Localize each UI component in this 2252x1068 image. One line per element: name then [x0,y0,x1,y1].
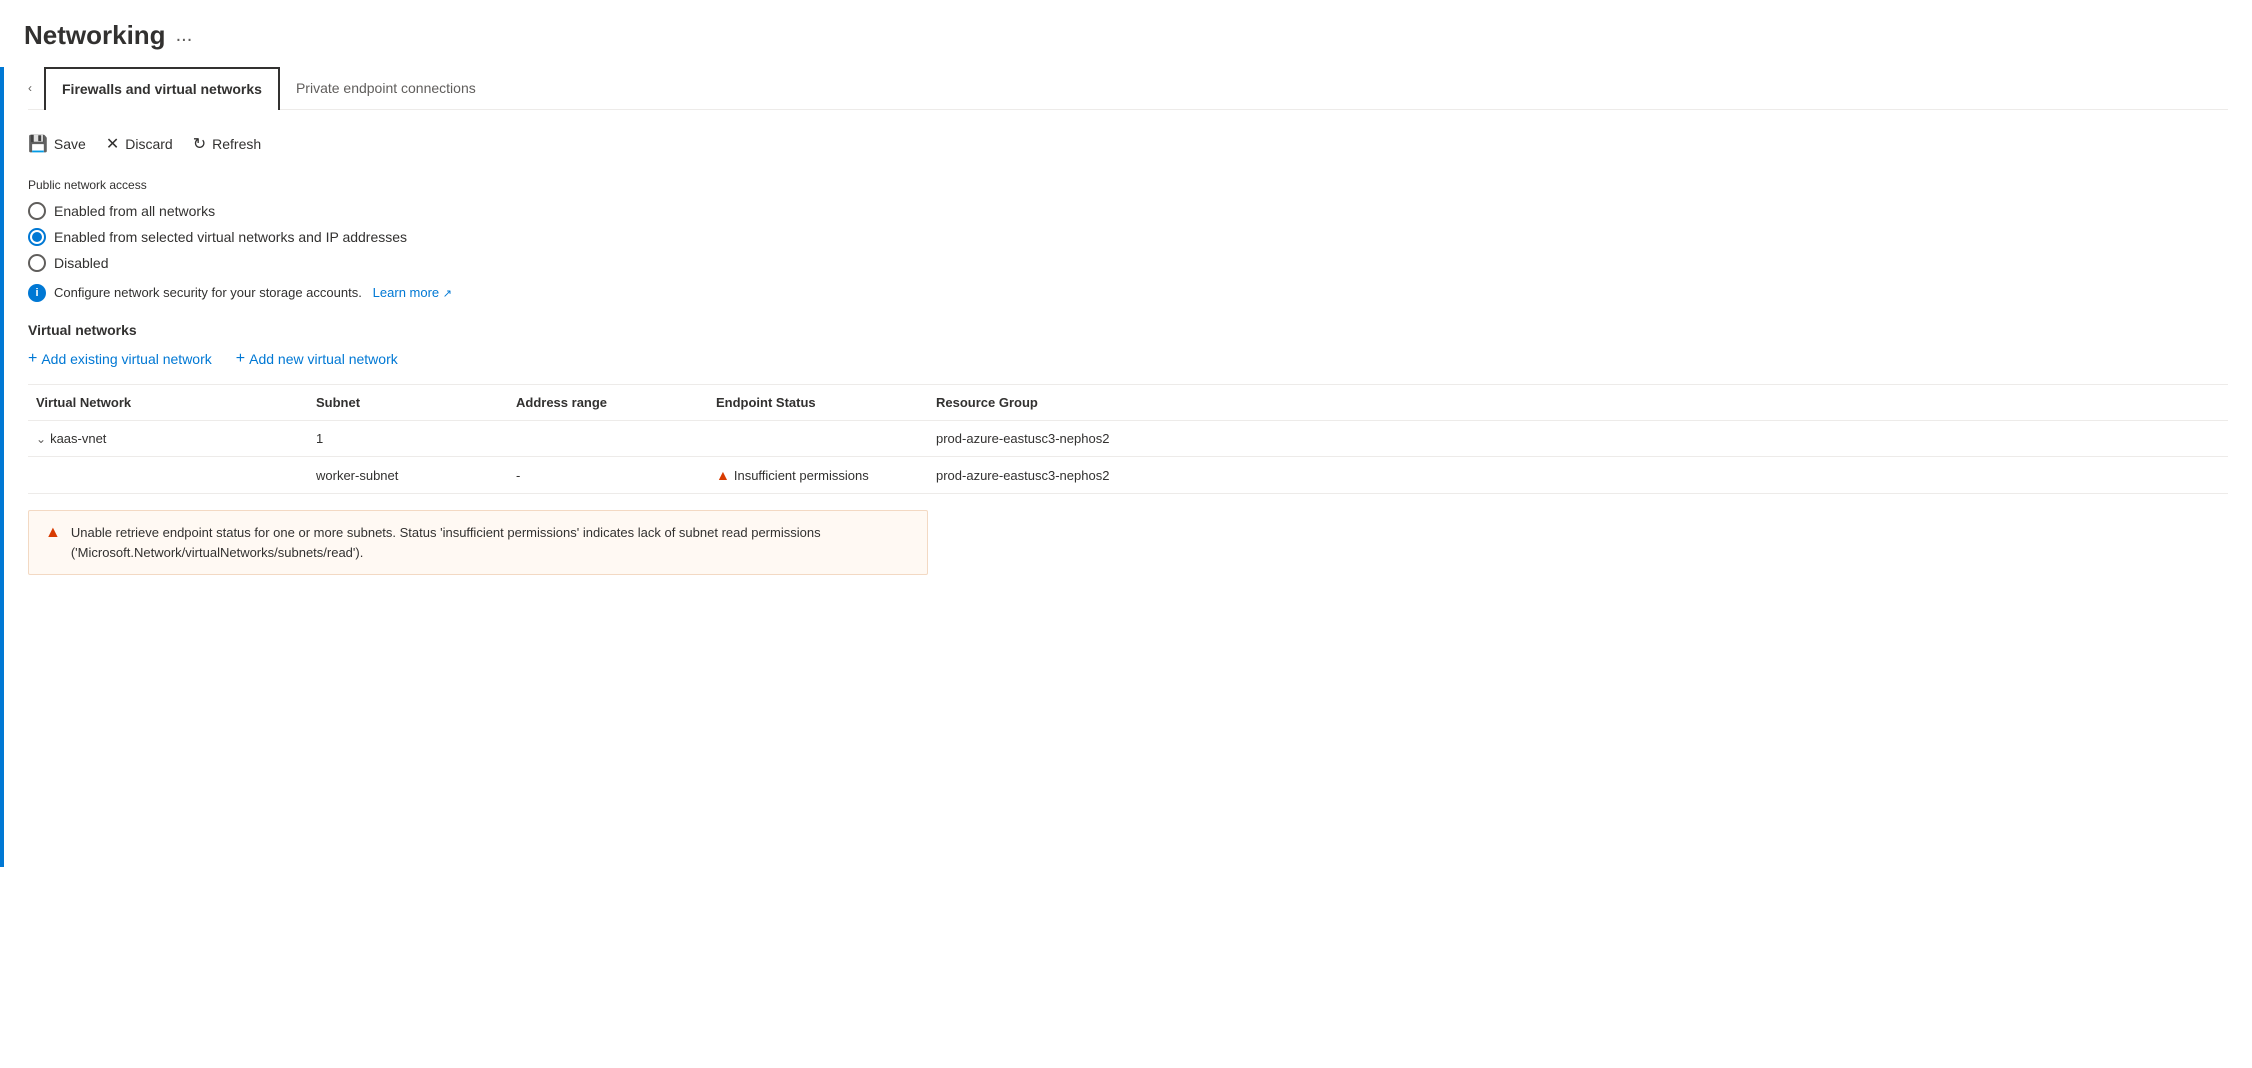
table-row: worker-subnet - ▲ Insufficient permissio… [28,457,2228,494]
col-header-address-range: Address range [508,395,708,410]
radio-label-selected: Enabled from selected virtual networks a… [54,229,407,245]
warning-badge: ▲ Insufficient permissions [716,467,869,483]
public-network-access-label: Public network access [28,178,2228,192]
save-button[interactable]: 💾 Save [28,130,86,158]
col-header-endpoint-status: Endpoint Status [708,395,928,410]
discard-icon: ✕ [106,134,119,154]
cell-subnet-2: worker-subnet [308,468,508,483]
content-area: ‹ Firewalls and virtual networks Private… [4,67,2252,867]
toolbar: 💾 Save ✕ Discard ↻ Refresh [28,130,2228,158]
page-title: Networking [24,20,166,51]
radio-circle-selected [28,228,46,246]
cell-resource-group-2: prod-azure-eastusc3-nephos2 [928,468,1208,483]
radio-label-disabled: Disabled [54,255,108,271]
plus-icon-existing: + [28,350,37,368]
external-link-icon: ↗ [443,289,452,301]
table-header: Virtual Network Subnet Address range End… [28,385,2228,421]
ellipsis-menu-icon[interactable]: ... [176,24,193,47]
col-header-subnet: Subnet [308,395,508,410]
virtual-networks-title: Virtual networks [28,322,2228,338]
tab-private-endpoint[interactable]: Private endpoint connections [280,68,492,108]
warning-box: ▲ Unable retrieve endpoint status for on… [28,510,928,575]
save-icon: 💾 [28,134,48,154]
warning-box-icon: ▲ [45,524,61,542]
cell-resource-group-1: prod-azure-eastusc3-nephos2 [928,431,1208,446]
radio-selected-networks[interactable]: Enabled from selected virtual networks a… [28,228,2228,246]
info-row: i Configure network security for your st… [28,284,2228,302]
public-network-access-section: Public network access Enabled from all n… [28,178,2228,302]
radio-all-networks[interactable]: Enabled from all networks [28,202,2228,220]
warning-box-text: Unable retrieve endpoint status for one … [71,523,911,562]
virtual-networks-section: Virtual networks + Add existing virtual … [28,322,2228,575]
table-row: ⌄ kaas-vnet 1 prod-azure-eastusc3-nephos… [28,421,2228,457]
info-icon: i [28,284,46,302]
tabs-container: ‹ Firewalls and virtual networks Private… [28,67,2228,110]
cell-virtual-network-1: ⌄ kaas-vnet [28,431,308,446]
main-content: ‹ Firewalls and virtual networks Private… [0,67,2252,867]
learn-more-link[interactable]: Learn more ↗ [369,285,452,300]
radio-circle-all [28,202,46,220]
chevron-down-icon[interactable]: ⌄ [36,432,46,446]
plus-icon-new: + [236,350,245,368]
refresh-button[interactable]: ↻ Refresh [193,130,261,158]
info-text: Configure network security for your stor… [54,285,452,300]
col-header-virtual-network: Virtual Network [28,395,308,410]
virtual-networks-table: Virtual Network Subnet Address range End… [28,384,2228,494]
add-buttons: + Add existing virtual network + Add new… [28,350,2228,368]
add-new-vnet-button[interactable]: + Add new virtual network [236,350,398,368]
radio-circle-disabled [28,254,46,272]
warning-triangle-icon: ▲ [716,467,730,483]
cell-endpoint-status-2: ▲ Insufficient permissions [708,467,928,483]
refresh-icon: ↻ [193,134,206,154]
add-existing-vnet-button[interactable]: + Add existing virtual network [28,350,212,368]
discard-button[interactable]: ✕ Discard [106,130,173,158]
radio-label-all: Enabled from all networks [54,203,215,219]
tab-firewalls[interactable]: Firewalls and virtual networks [44,67,280,110]
radio-group: Enabled from all networks Enabled from s… [28,202,2228,272]
radio-disabled[interactable]: Disabled [28,254,2228,272]
cell-subnet-1: 1 [308,431,508,446]
collapse-button[interactable]: ‹ [28,73,44,103]
cell-address-range-2: - [508,468,708,483]
col-header-resource-group: Resource Group [928,395,1208,410]
page-header: Networking ... [0,20,2252,67]
